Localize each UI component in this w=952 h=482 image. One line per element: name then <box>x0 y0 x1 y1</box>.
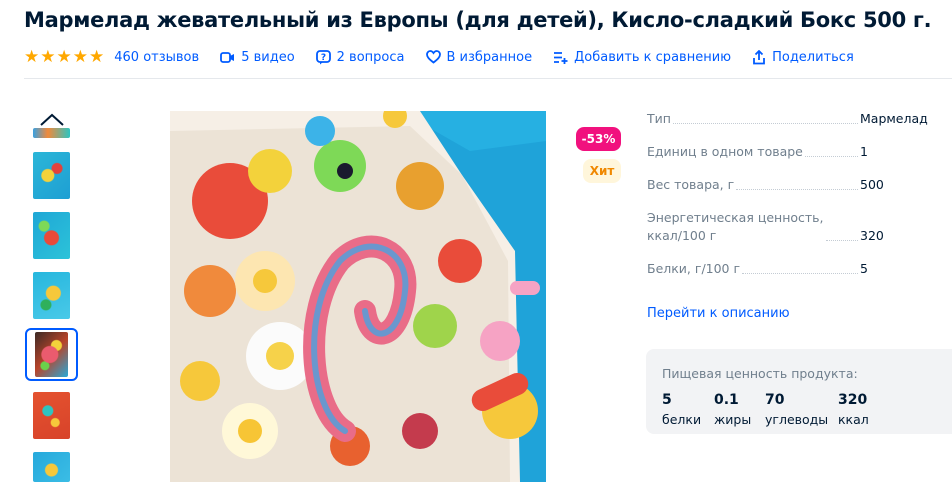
spec-value: 1 <box>860 144 868 159</box>
nutrition-item: 0.1 жиры <box>714 391 751 429</box>
nutrition-label: белки <box>662 412 702 427</box>
nutrition-item: 5 белки <box>662 391 701 429</box>
discount-badge: -53% <box>576 127 621 151</box>
spec-name: Тип <box>647 110 671 128</box>
nutrition-item: 320 ккал <box>838 391 869 429</box>
spec-dots <box>825 240 858 241</box>
nutrition-value: 5 <box>662 392 672 408</box>
hit-badge: Хит <box>583 159 621 183</box>
spec-value: 5 <box>860 261 868 276</box>
questions-link[interactable]: ? 2 вопроса <box>315 49 405 65</box>
compare-icon <box>554 51 568 64</box>
spec-name: Вес товара, г <box>647 176 735 194</box>
share-button[interactable]: Поделиться <box>752 49 854 65</box>
spec-value: 320 <box>860 228 884 243</box>
favorite-label: В избранное <box>446 49 533 65</box>
compare-label: Добавить к сравнению <box>574 49 732 65</box>
product-photo <box>170 111 546 482</box>
nutrition-value: 320 <box>838 392 868 408</box>
thumbnail[interactable] <box>33 128 70 138</box>
spec-dots <box>742 273 858 274</box>
thumbnail-selected[interactable] <box>25 328 78 381</box>
share-label: Поделиться <box>772 49 854 65</box>
star-icon: ★ <box>56 46 72 67</box>
spec-row: Энергетическая ценность, ккал/100 г 320 <box>647 209 952 245</box>
product-meta-bar: ★ ★ ★ ★ ★ 460 отзывов 5 видео ? 2 вопрос… <box>24 46 875 68</box>
nutrition-title: Пищевая ценность продукта: <box>662 366 858 381</box>
videos-label: 5 видео <box>241 49 295 65</box>
spec-dots <box>804 156 858 157</box>
thumbnail[interactable] <box>33 452 70 482</box>
reviews-label: 460 отзывов <box>114 49 200 65</box>
spec-dots <box>672 123 858 124</box>
nutrition-item: 70 углеводы <box>765 391 828 429</box>
nutrition-label: жиры <box>714 412 752 427</box>
star-icon: ★ <box>72 46 88 67</box>
nutrition-label: ккал <box>838 412 869 427</box>
header-divider <box>24 78 952 79</box>
product-main-image[interactable] <box>170 111 546 482</box>
video-icon <box>220 51 235 63</box>
share-icon <box>753 49 765 64</box>
star-icon: ★ <box>89 46 105 67</box>
spec-name: Единиц в одном товаре <box>647 143 803 161</box>
spec-name-line2: ккал/100 г <box>647 228 717 243</box>
questions-label: 2 вопроса <box>336 49 405 65</box>
star-icon: ★ <box>24 46 40 67</box>
spec-row: Вес товара, г 500 <box>647 176 952 194</box>
thumbnail[interactable] <box>33 272 70 319</box>
svg-text:?: ? <box>321 53 326 63</box>
heart-icon <box>425 50 441 64</box>
reviews-link[interactable]: 460 отзывов <box>114 50 199 65</box>
thumbnail-image <box>35 332 68 377</box>
product-specs: Тип Мармелад Единиц в одном товаре 1 Вес… <box>647 110 952 293</box>
spec-name: Белки, г/100 г <box>647 260 741 278</box>
spec-row: Единиц в одном товаре 1 <box>647 143 952 161</box>
thumbnail[interactable] <box>33 392 70 439</box>
thumbnail[interactable] <box>33 212 70 259</box>
videos-link[interactable]: 5 видео <box>220 49 295 65</box>
goto-description-link[interactable]: Перейти к описанию <box>647 306 790 321</box>
thumbnail[interactable] <box>33 152 70 199</box>
spec-dots <box>736 189 858 190</box>
spec-value: Мармелад <box>860 111 928 126</box>
nutrition-value: 0.1 <box>714 392 739 408</box>
spec-name-line1: Энергетическая ценность, <box>647 210 824 225</box>
spec-row: Белки, г/100 г 5 <box>647 260 952 278</box>
question-icon: ? <box>315 49 331 64</box>
product-title: Мармелад жевательный из Европы (для дете… <box>24 8 932 32</box>
nutrition-panel: Пищевая ценность продукта: 5 белки 0.1 ж… <box>646 349 952 434</box>
nutrition-label: углеводы <box>765 412 829 427</box>
chevron-up-icon[interactable] <box>38 112 66 128</box>
spec-row: Тип Мармелад <box>647 110 952 128</box>
compare-button[interactable]: Добавить к сравнению <box>553 50 731 65</box>
spec-value: 500 <box>860 177 884 192</box>
spec-name: Энергетическая ценность, ккал/100 г <box>647 209 824 245</box>
star-icon: ★ <box>40 46 56 67</box>
nutrition-value: 70 <box>765 392 785 408</box>
thumbnail-gallery <box>24 106 82 482</box>
favorite-button[interactable]: В избранное <box>425 49 533 65</box>
rating-stars[interactable]: ★ ★ ★ ★ ★ <box>24 46 105 67</box>
